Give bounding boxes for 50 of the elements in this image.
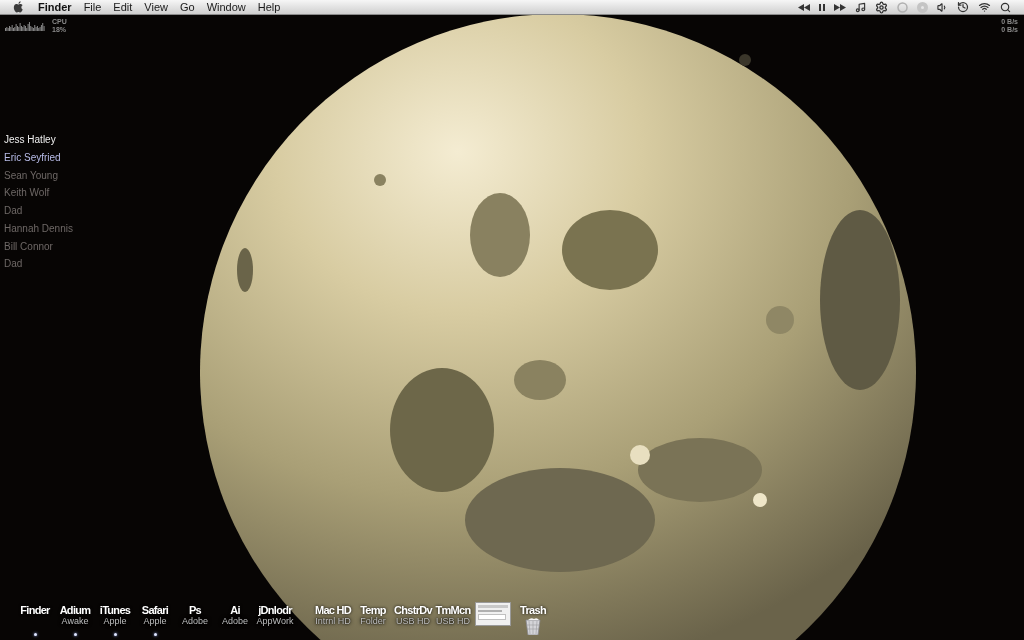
menu-item[interactable]: Go <box>174 0 201 14</box>
rewind-icon[interactable] <box>798 3 810 11</box>
dock-item[interactable]: Ps Adobe <box>175 604 215 627</box>
gear-icon[interactable] <box>875 0 888 14</box>
dock-item-subtitle: Apple <box>103 616 127 627</box>
dock-item[interactable]: Ai Adobe <box>215 604 255 627</box>
dock-item[interactable]: Adium Awake <box>55 604 95 627</box>
dock-item[interactable]: Finder <box>15 604 55 616</box>
dock-item[interactable]: Temp Folder <box>353 604 393 627</box>
menu-item[interactable]: File <box>77 0 108 14</box>
cpu-sparkline <box>5 19 45 31</box>
menu-item[interactable]: Edit <box>107 0 139 14</box>
contact-name[interactable]: Jess Hatley <box>4 131 56 149</box>
dock-item[interactable]: Trash <box>513 604 553 635</box>
menu-item[interactable]: Window <box>200 0 252 14</box>
search-icon[interactable] <box>1000 1 1011 13</box>
contact-name[interactable]: Keith Wolf <box>4 184 50 202</box>
volume-icon[interactable] <box>937 1 948 13</box>
dock-item-subtitle: Folder <box>360 616 386 627</box>
apple-icon[interactable] <box>13 1 24 13</box>
wifi-icon[interactable] <box>978 1 991 13</box>
dock-item[interactable]: iTunes Apple <box>95 604 135 627</box>
music-note-icon[interactable] <box>855 1 866 13</box>
contact-name[interactable]: Bill Connor <box>4 237 53 256</box>
dock-item-subtitle: USB HD <box>436 616 470 627</box>
dock-item[interactable]: ChstrDv USB HD <box>393 604 433 627</box>
contact-name[interactable]: Hannah Dennis <box>4 219 73 238</box>
window-thumbnail[interactable] <box>475 602 511 626</box>
dock-item-subtitle: USB HD <box>396 616 430 627</box>
dock-item-subtitle: Intrnl HD <box>315 616 351 627</box>
clock-icon[interactable] <box>957 1 969 13</box>
contact-name[interactable]: Dad <box>4 202 23 220</box>
dock-item[interactable]: jDnlodr AppWork <box>255 604 295 627</box>
contact-name[interactable]: Dad <box>4 255 23 273</box>
dock-item-subtitle: Apple <box>143 616 167 627</box>
dock-item-subtitle: Adobe <box>182 616 208 627</box>
menu-item[interactable]: Help <box>251 0 287 14</box>
dock-item[interactable]: Safari Apple <box>135 604 175 627</box>
contact-name[interactable]: Sean Young <box>4 166 58 185</box>
menu-item[interactable]: View <box>138 0 174 14</box>
contact-name[interactable]: Eric Seyfried <box>4 148 61 167</box>
pause-icon[interactable] <box>819 3 825 11</box>
dock-item-subtitle: Awake <box>61 616 89 627</box>
dock-item-subtitle: AppWork <box>256 616 294 627</box>
dock-item[interactable]: TmMcn USB HD <box>433 604 473 627</box>
trash-can-icon <box>525 617 541 635</box>
dock-item[interactable]: Mac HD Intrnl HD <box>313 604 353 627</box>
fast-forward-icon[interactable] <box>834 3 846 11</box>
menu-item[interactable]: Finder <box>32 0 78 14</box>
dock-item-subtitle: Adobe <box>222 616 248 627</box>
